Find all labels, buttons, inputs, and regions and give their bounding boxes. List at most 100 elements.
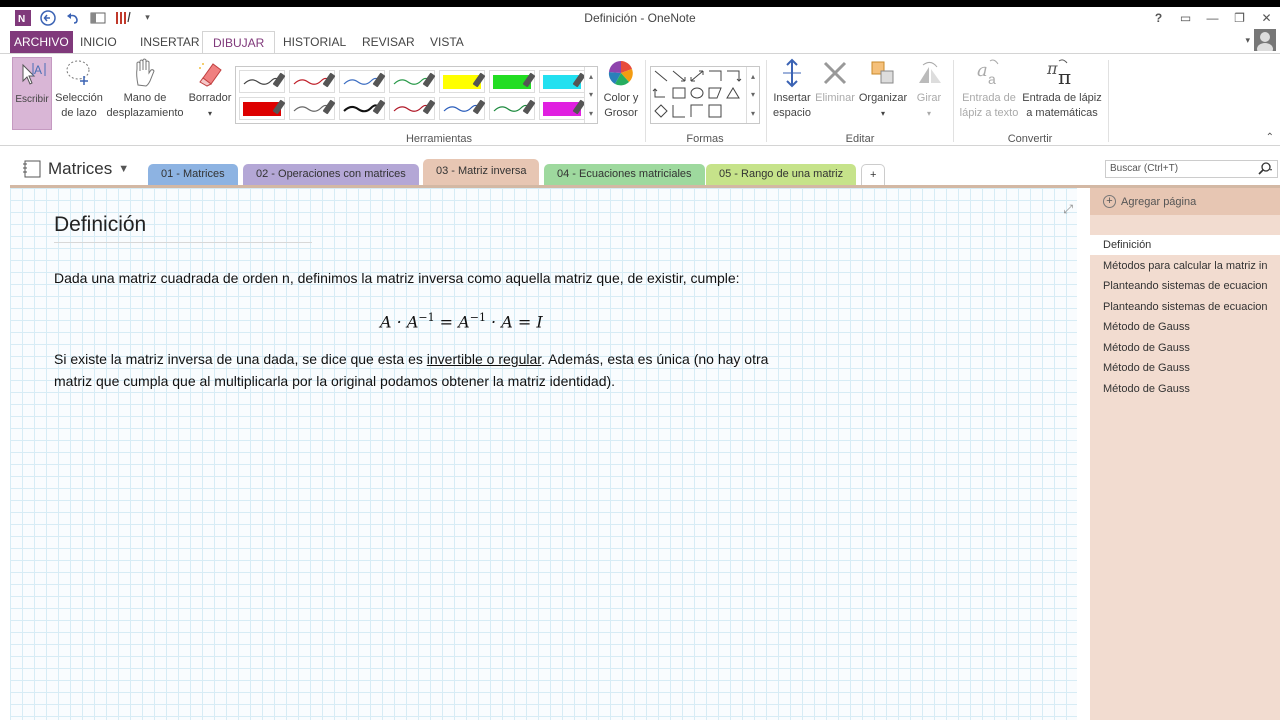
insert-space-button[interactable]: Insertar espacio	[770, 57, 814, 121]
lasso-label-2: de lazo	[61, 107, 97, 119]
page-list-item[interactable]: Método de Gauss	[1090, 379, 1280, 399]
tab-revisar[interactable]: REVISAR	[352, 31, 425, 54]
hand-icon	[104, 57, 186, 89]
formula-part-c: · A = I	[485, 312, 543, 332]
pen-swatch[interactable]	[439, 70, 486, 93]
svg-text:A: A	[34, 63, 42, 77]
tab-vista[interactable]: VISTA	[420, 31, 474, 54]
pen-swatch[interactable]	[539, 70, 586, 93]
search-placeholder: Buscar (Ctrl+T)	[1110, 163, 1179, 174]
delete-label: Eliminar	[815, 92, 855, 104]
tab-historial[interactable]: HISTORIAL	[273, 31, 356, 54]
eraser-button[interactable]: Borrador ▾	[186, 57, 234, 121]
restore-button[interactable]: ❐	[1226, 7, 1253, 29]
insert-space-label-2: espacio	[773, 107, 811, 119]
section-tab[interactable]: 03 - Matriz inversa	[423, 159, 540, 185]
page-title[interactable]: Definición	[54, 213, 146, 237]
notebook-selector[interactable]: Matrices ▼	[22, 159, 129, 179]
color-label-2: Grosor	[604, 107, 638, 119]
pen-swatch[interactable]	[489, 97, 536, 120]
page-list-item[interactable]: Método de Gauss	[1090, 317, 1280, 337]
pens-scroll[interactable]: ▴ ▾ ▾	[584, 67, 597, 123]
paragraph-definition[interactable]: Dada una matriz cuadrada de orden n, def…	[54, 267, 740, 289]
pen-swatch[interactable]	[389, 97, 436, 120]
pen-swatch[interactable]	[289, 97, 336, 120]
color-thickness-button[interactable]: Color y Grosor	[600, 57, 642, 121]
ink-to-math-button[interactable]: ππ Entrada de lápiz a matemáticas	[1021, 57, 1103, 121]
page-list-item[interactable]: Método de Gauss	[1090, 358, 1280, 378]
delete-button[interactable]: Eliminar	[814, 57, 856, 106]
formula-part-b: = A	[434, 312, 470, 332]
pen-swatch[interactable]	[289, 70, 336, 93]
user-area[interactable]: ▾	[1245, 29, 1276, 51]
section-tab[interactable]: 02 - Operaciones con matrices	[243, 164, 419, 185]
lasso-select-button[interactable]: Selección de lazo	[53, 57, 105, 121]
page-list-item[interactable]: Planteando sistemas de ecuacion	[1090, 297, 1280, 317]
section-tab[interactable]: 01 - Matrices	[148, 164, 238, 185]
inverse-matrix-equation[interactable]: A · A−1 = A−1 · A = I	[380, 311, 543, 331]
scroll-up-icon[interactable]: ▴	[751, 72, 755, 81]
add-page-button[interactable]: + Agregar página	[1090, 188, 1280, 215]
lasso-icon	[53, 57, 105, 89]
panning-hand-button[interactable]: Mano de desplazamiento	[104, 57, 186, 121]
group-label-herramientas: Herramientas	[405, 133, 473, 145]
tab-dibujar[interactable]: DIBUJAR	[202, 31, 276, 54]
hand-label-2: desplazamiento	[106, 107, 184, 119]
shapes-scroll[interactable]: ▴ ▾ ▾	[746, 67, 759, 123]
rotate-button[interactable]: Girar ▾	[910, 57, 948, 121]
pen-swatch[interactable]	[339, 97, 386, 120]
pen-swatch[interactable]	[239, 70, 286, 93]
rotate-icon	[910, 57, 948, 89]
ribbon-display-options-button[interactable]: ▭	[1172, 7, 1199, 29]
avatar[interactable]	[1254, 29, 1276, 51]
page-canvas[interactable]: Definición Dada una matriz cuadrada de o…	[10, 185, 1077, 720]
paragraph-invertible[interactable]: Si existe la matriz inversa de una dada,…	[54, 348, 768, 392]
section-tab[interactable]: 04 - Ecuaciones matriciales	[544, 164, 705, 185]
pen-swatch[interactable]	[339, 70, 386, 93]
collapse-ribbon-icon[interactable]: ⌃	[1266, 132, 1274, 143]
page-list-item[interactable]: Planteando sistemas de ecuacion	[1090, 276, 1280, 296]
lasso-label-1: Selección	[55, 92, 103, 104]
tab-inicio[interactable]: INICIO	[70, 31, 127, 54]
ink-to-text-label-1: Entrada de	[962, 92, 1016, 104]
help-button[interactable]: ?	[1145, 7, 1172, 29]
pen-swatch[interactable]	[439, 97, 486, 120]
notebook-bar: Matrices ▼ 01 - Matrices 02 - Operaciones…	[10, 155, 1280, 185]
page-scrollbar[interactable]	[1077, 185, 1090, 720]
pen-swatch[interactable]	[539, 97, 586, 120]
page-list-item[interactable]: Definición	[1090, 235, 1280, 255]
group-label-formas: Formas	[686, 133, 724, 145]
pen-swatch[interactable]	[489, 70, 536, 93]
arrange-dropdown-icon[interactable]: ▾	[857, 106, 909, 121]
notebook-dropdown-icon[interactable]: ▼	[118, 163, 129, 175]
more-icon[interactable]: ▾	[589, 109, 593, 118]
user-dropdown-icon[interactable]: ▾	[1245, 35, 1250, 46]
page-title-underline	[54, 242, 312, 243]
pen-swatch[interactable]	[239, 97, 286, 120]
add-section-button[interactable]: +	[861, 164, 886, 185]
escribir-button[interactable]: A Escribir	[12, 57, 52, 130]
section-tab[interactable]: 05 - Rango de una matriz	[706, 164, 857, 185]
minimize-button[interactable]: —	[1199, 7, 1226, 29]
page-list-item[interactable]: Métodos para calcular la matriz in	[1090, 256, 1280, 276]
tab-archivo[interactable]: ARCHIVO	[10, 31, 73, 54]
pens-gallery[interactable]: ▴ ▾ ▾	[235, 66, 598, 124]
search-icon[interactable]	[1257, 162, 1273, 182]
scroll-down-icon[interactable]: ▾	[589, 90, 593, 99]
ink-to-text-button[interactable]: aa Entrada de lápiz a texto	[957, 57, 1021, 121]
page-list-item[interactable]: Método de Gauss	[1090, 338, 1280, 358]
scroll-up-icon[interactable]: ▴	[589, 72, 593, 81]
rotate-dropdown-icon[interactable]: ▾	[910, 106, 948, 121]
shapes-gallery[interactable]: ▴ ▾ ▾	[650, 66, 760, 124]
eraser-dropdown-icon[interactable]: ▾	[186, 106, 234, 121]
ink-to-math-label-2: a matemáticas	[1026, 107, 1098, 119]
tab-insertar[interactable]: INSERTAR	[130, 31, 210, 54]
svg-text:a: a	[977, 60, 988, 81]
scroll-down-icon[interactable]: ▾	[751, 90, 755, 99]
more-icon[interactable]: ▾	[751, 109, 755, 118]
arrange-button[interactable]: Organizar ▾	[857, 57, 909, 121]
search-input[interactable]: Buscar (Ctrl+T)	[1105, 160, 1278, 178]
pen-swatch[interactable]	[389, 70, 436, 93]
close-button[interactable]: ✕	[1253, 7, 1280, 29]
expand-page-icon[interactable]: ⤢	[1063, 202, 1073, 217]
